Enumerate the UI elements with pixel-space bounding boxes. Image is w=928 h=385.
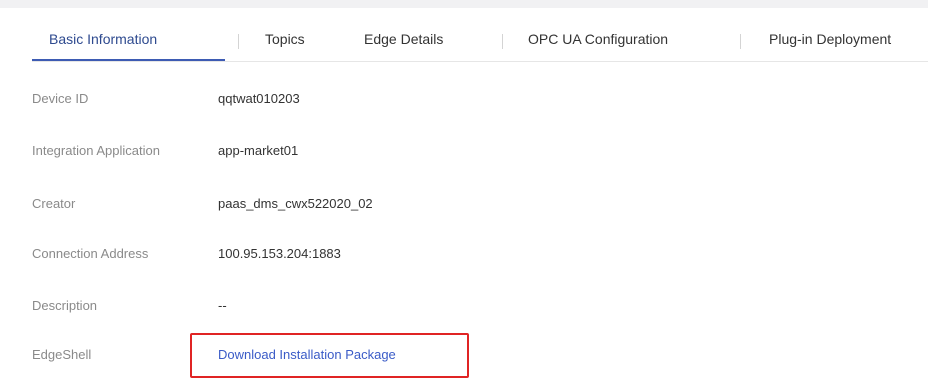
description-label: Description [32, 298, 98, 313]
top-strip [0, 0, 928, 8]
tab-separator [502, 34, 503, 49]
tab-basic-information[interactable]: Basic Information [49, 22, 157, 60]
device-id-value: qqtwat010203 [218, 91, 300, 106]
device-id-label: Device ID [32, 91, 89, 106]
creator-row: Creator paas_dms_cwx522020_02 [32, 193, 912, 215]
tab-plug-in-deployment[interactable]: Plug-in Deployment [769, 22, 891, 60]
tab-topics[interactable]: Topics [265, 22, 305, 60]
tab-separator [238, 34, 239, 49]
creator-label: Creator [32, 196, 76, 211]
tab-bar-divider [32, 61, 928, 62]
edgeshell-row: EdgeShell [32, 344, 912, 366]
creator-value: paas_dms_cwx522020_02 [218, 196, 373, 211]
download-installation-package-link[interactable]: Download Installation Package [218, 344, 396, 366]
integration-application-value: app-market01 [218, 143, 299, 158]
integration-application-row: Integration Application app-market01 [32, 140, 912, 162]
tab-opc-ua-configuration[interactable]: OPC UA Configuration [528, 22, 668, 60]
description-value: -- [218, 298, 227, 313]
connection-address-label: Connection Address [32, 246, 149, 261]
description-row: Description -- [32, 295, 912, 317]
device-id-row: Device ID qqtwat010203 [32, 88, 912, 110]
edgeshell-label: EdgeShell [32, 347, 92, 362]
tab-edge-details[interactable]: Edge Details [364, 22, 443, 60]
connection-address-value: 100.95.153.204:1883 [218, 246, 341, 261]
connection-address-row: Connection Address 100.95.153.204:1883 [32, 243, 912, 265]
tab-separator [740, 34, 741, 49]
tab-bar: Basic Information Topics Edge Details OP… [18, 22, 928, 62]
integration-application-label: Integration Application [32, 143, 160, 158]
